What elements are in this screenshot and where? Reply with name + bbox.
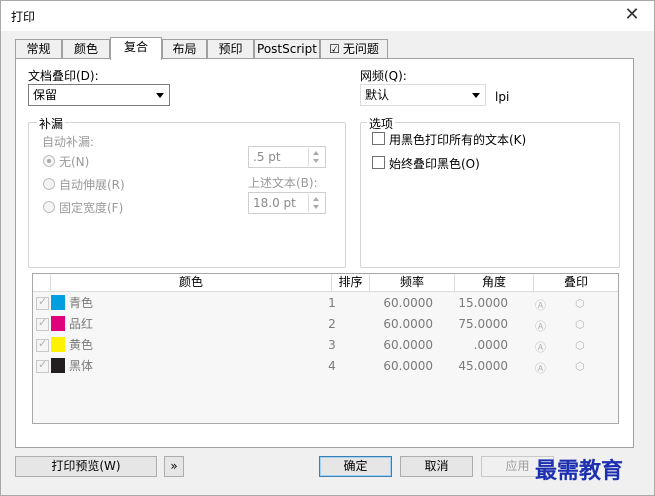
options-title: 选项 [367, 115, 396, 132]
trap-width-spinner[interactable]: .5 pt [248, 146, 326, 168]
overprint-text-icon[interactable]: Ⓐ [535, 318, 546, 334]
overprint-black-label: 始终叠印黑色(O) [389, 157, 480, 171]
trapping-title: 补漏 [37, 115, 66, 132]
tab-prepress[interactable]: 预印 [207, 39, 254, 59]
table-row[interactable]: 黄色 3 60.0000 .0000 Ⓐ ⬡ [33, 335, 618, 356]
trap-none-radio[interactable] [43, 155, 55, 167]
header-color[interactable]: 颜色 [51, 274, 332, 292]
ink-angle[interactable]: 15.0000 [453, 293, 508, 314]
ink-name: 青色 [69, 296, 94, 310]
screen-freq-label: 网频(Q): [360, 69, 407, 83]
screen-freq-value: 默认 [365, 88, 390, 102]
doc-overprint-label: 文档叠印(D): [28, 69, 99, 83]
doc-overprint-select[interactable]: 保留 [28, 84, 170, 106]
ink-order: 2 [328, 317, 336, 331]
overprint-fill-icon[interactable]: ⬡ [575, 318, 585, 331]
overprint-text-icon[interactable]: Ⓐ [535, 339, 546, 355]
black-text-checkbox[interactable] [372, 132, 385, 145]
trap-auto-spread-label: 自动伸展(R) [59, 178, 125, 192]
print-dialog: 打印 ✕ 常规 颜色 复合 布局 预印 PostScript ☑ 无问题 文档叠印… [0, 0, 655, 496]
overprint-fill-icon[interactable]: ⬡ [575, 297, 585, 310]
overprint-fill-icon[interactable]: ⬡ [575, 360, 585, 373]
cancel-button[interactable]: 取消 [400, 456, 473, 477]
color-swatch [51, 295, 65, 310]
overprint-text-icon[interactable]: Ⓐ [535, 297, 546, 313]
ink-frequency[interactable]: 60.0000 [378, 335, 433, 356]
auto-trap-label: 自动补漏: [42, 135, 95, 149]
header-frequency[interactable]: 频率 [370, 274, 455, 292]
tab-general[interactable]: 常规 [15, 39, 62, 59]
ink-table: 颜色 排序 频率 角度 叠印 青色 1 60.0000 15.0000 Ⓐ ⬡ … [32, 273, 619, 424]
spinner-buttons[interactable] [308, 194, 324, 212]
trap-fixed-width-radio[interactable] [43, 201, 55, 213]
ink-order: 3 [328, 338, 336, 352]
ink-order: 1 [328, 296, 336, 310]
above-text-spinner[interactable]: 18.0 pt [248, 192, 326, 214]
table-row[interactable]: 黑体 4 60.0000 45.0000 Ⓐ ⬡ [33, 356, 618, 377]
chevron-down-icon [156, 93, 164, 98]
ink-frequency[interactable]: 60.0000 [378, 314, 433, 335]
checklist-icon: ☑ [329, 42, 340, 56]
ink-angle[interactable]: 45.0000 [453, 356, 508, 377]
above-text-value: 18.0 pt [253, 196, 296, 210]
header-check-col [33, 274, 51, 292]
title-bar: 打印 ✕ [1, 1, 654, 31]
header-angle[interactable]: 角度 [455, 274, 534, 292]
overprint-fill-icon[interactable]: ⬡ [575, 339, 585, 352]
ink-angle[interactable]: .0000 [453, 335, 508, 356]
chevron-down-icon [472, 93, 480, 98]
tab-no-issues[interactable]: ☑ 无问题 [320, 39, 388, 59]
table-row[interactable]: 品红 2 60.0000 75.0000 Ⓐ ⬡ [33, 314, 618, 335]
above-text-label: 上述文本(B): [248, 176, 318, 190]
trap-none-label: 无(N) [59, 155, 90, 169]
trap-auto-spread-radio[interactable] [43, 178, 55, 190]
ink-name: 品红 [69, 317, 94, 331]
row-checkbox[interactable] [36, 295, 49, 310]
trap-fixed-width-label: 固定宽度(F) [59, 201, 124, 215]
color-swatch [51, 316, 65, 331]
overprint-black-checkbox[interactable] [372, 156, 385, 169]
tab-composite[interactable]: 复合 [110, 37, 162, 60]
print-preview-button[interactable]: 打印预览(W) [15, 456, 157, 477]
trap-width-value: .5 pt [253, 150, 281, 164]
header-overprint[interactable]: 叠印 [534, 274, 618, 292]
spinner-buttons[interactable] [308, 148, 324, 166]
ok-button[interactable]: 确定 [319, 456, 392, 477]
table-header: 颜色 排序 频率 角度 叠印 [33, 274, 618, 292]
composite-panel: 文档叠印(D): 保留 网频(Q): 默认 lpi 补漏 自动补漏: 无(N) … [15, 58, 634, 448]
ink-name: 黑体 [69, 359, 94, 373]
color-swatch [51, 358, 65, 373]
row-checkbox[interactable] [36, 358, 49, 373]
tab-color[interactable]: 颜色 [62, 39, 110, 59]
table-row[interactable]: 青色 1 60.0000 15.0000 Ⓐ ⬡ [33, 293, 618, 314]
doc-overprint-value: 保留 [33, 88, 58, 102]
screen-freq-select[interactable]: 默认 [360, 84, 486, 106]
close-icon[interactable]: ✕ [622, 5, 642, 25]
black-text-label: 用黑色打印所有的文本(K) [389, 133, 527, 147]
header-order[interactable]: 排序 [332, 274, 370, 292]
overprint-text-icon[interactable]: Ⓐ [535, 360, 546, 376]
tab-layout[interactable]: 布局 [162, 39, 207, 59]
color-swatch [51, 337, 65, 352]
row-checkbox[interactable] [36, 316, 49, 331]
row-checkbox[interactable] [36, 337, 49, 352]
screen-freq-unit: lpi [495, 90, 510, 104]
watermark-text: 最需教育 [535, 458, 624, 484]
expand-preview-button[interactable]: » [164, 456, 184, 477]
ink-angle[interactable]: 75.0000 [453, 314, 508, 335]
ink-frequency[interactable]: 60.0000 [378, 356, 433, 377]
window-title: 打印 [11, 10, 36, 24]
ink-frequency[interactable]: 60.0000 [378, 293, 433, 314]
tab-postscript[interactable]: PostScript [254, 39, 320, 59]
ink-order: 4 [328, 359, 336, 373]
ink-name: 黄色 [69, 338, 94, 352]
